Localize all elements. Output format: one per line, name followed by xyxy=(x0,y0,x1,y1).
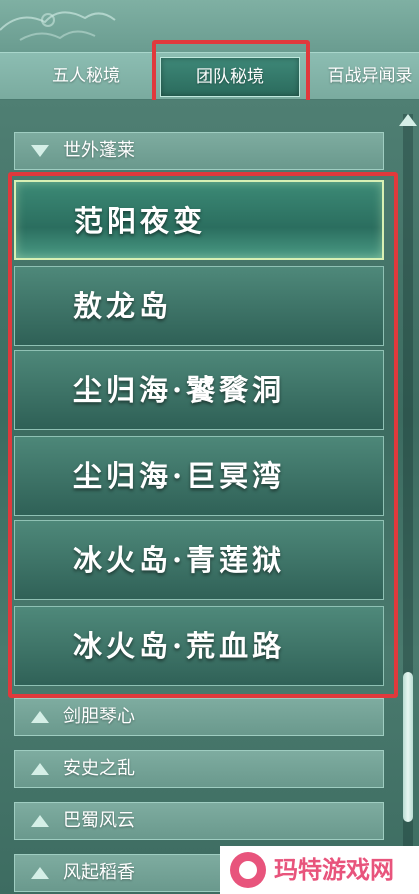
dungeon-item-selected[interactable]: 范阳夜变 xyxy=(14,180,384,260)
chevron-up-icon xyxy=(31,815,49,827)
group-header-anshi-zhiluan[interactable]: 安史之乱 xyxy=(14,750,384,788)
scroll-up-icon[interactable] xyxy=(399,114,417,126)
dungeon-item[interactable]: 冰火岛·荒血路 xyxy=(14,606,384,686)
tab-five-person-dungeon[interactable]: 五人秘境 xyxy=(20,57,152,95)
group-header-jiandan-qinxin[interactable]: 剑胆琴心 xyxy=(14,698,384,736)
group-header-label: 风起稻香 xyxy=(63,862,135,883)
site-watermark: 玛特游戏网 xyxy=(220,846,419,894)
group-header-bashu-fengyun[interactable]: 巴蜀风云 xyxy=(14,802,384,840)
scrollbar-thumb[interactable] xyxy=(403,672,413,822)
group-header-label: 剑胆琴心 xyxy=(63,706,135,727)
chevron-down-icon xyxy=(31,145,49,157)
group-header-shiwai-penglai[interactable]: 世外蓬莱 xyxy=(14,132,384,170)
dungeon-item[interactable]: 尘归海·巨冥湾 xyxy=(14,436,384,516)
cloud-ornament-icon xyxy=(0,11,116,41)
dungeon-item[interactable]: 冰火岛·青莲狱 xyxy=(14,520,384,600)
group-header-label: 巴蜀风云 xyxy=(63,810,135,831)
tab-baizhan-records[interactable]: 百战异闻录 xyxy=(310,57,419,95)
chevron-up-icon xyxy=(31,711,49,723)
dungeon-item[interactable]: 尘归海·饕餮洞 xyxy=(14,350,384,430)
dungeon-item[interactable]: 敖龙岛 xyxy=(14,266,384,346)
watermark-text: 玛特游戏网 xyxy=(274,856,394,884)
chevron-up-icon xyxy=(31,763,49,775)
chevron-up-icon xyxy=(31,867,49,879)
tab-team-dungeon[interactable]: 团队秘境 xyxy=(160,57,300,97)
gamepad-logo-icon xyxy=(230,852,266,888)
header-decoration xyxy=(0,0,419,52)
group-header-label: 世外蓬莱 xyxy=(63,140,135,161)
group-header-label: 安史之乱 xyxy=(63,758,135,779)
dungeon-category-tabs: 五人秘境 团队秘境 百战异闻录 xyxy=(0,52,419,100)
